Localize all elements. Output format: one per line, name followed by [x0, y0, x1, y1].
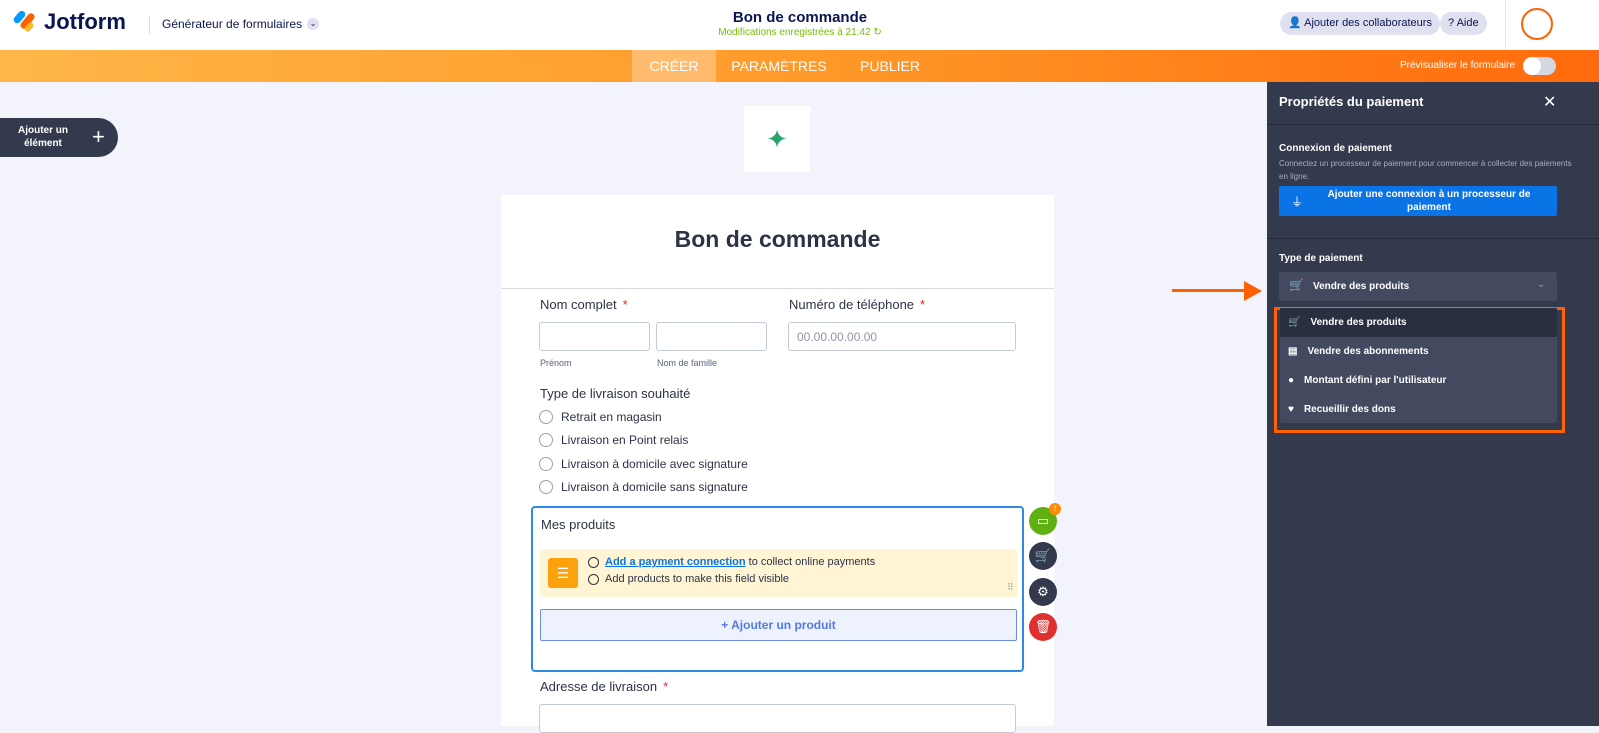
connection-title: Connexion de paiement: [1279, 143, 1392, 154]
payment-type-options: 🛒 Vendre des produits ▤ Vendre des abonnem…: [1280, 308, 1557, 423]
builder-label: Générateur de formulaires: [162, 17, 303, 31]
add-payment-connection-link[interactable]: Add a payment connection: [605, 556, 746, 568]
delivery-label: Type de livraison souhaité: [540, 386, 691, 401]
builder-menu[interactable]: Générateur de formulaires ⌄: [162, 17, 320, 31]
option-user-amount[interactable]: ● Montant défini par l'utilisateur: [1280, 366, 1557, 395]
delivery-option[interactable]: Livraison à domicile sans signature: [539, 480, 748, 494]
warning-badge: !: [1049, 503, 1061, 515]
tab-settings[interactable]: PARAMÈTRES: [726, 50, 832, 82]
first-name-input[interactable]: [539, 322, 650, 351]
payment-type-select[interactable]: 🛒 Vendre des produits ⌄: [1279, 272, 1557, 301]
help-icon: ?: [1448, 17, 1455, 29]
refresh-icon: ↻: [873, 27, 882, 38]
plug-icon: ⏚: [1291, 195, 1304, 209]
jotform-logo-icon: [12, 9, 36, 34]
save-status: Modifications enregistrées à 21:42 ↻: [718, 27, 882, 38]
user-icon: 👤: [1288, 17, 1302, 29]
chevron-down-icon: ⌄: [307, 18, 320, 30]
drag-handle-icon[interactable]: ⠿: [1007, 582, 1014, 593]
trash-icon[interactable]: 🗑: [1029, 613, 1057, 641]
chevron-down-icon: ⌄: [1537, 279, 1546, 290]
coins-icon: ●: [1288, 375, 1295, 386]
option-sell-subscriptions[interactable]: ▤ Vendre des abonnements: [1280, 337, 1557, 366]
help-button[interactable]: ? Aide: [1440, 12, 1487, 35]
form-logo[interactable]: ✦: [744, 106, 810, 172]
gear-icon[interactable]: ⚙: [1029, 578, 1057, 606]
address-label: Adresse de livraison *: [540, 679, 669, 694]
tab-publish[interactable]: PUBLIER: [852, 50, 928, 82]
cart-icon: 🛒: [1289, 278, 1304, 292]
phone-label: Numéro de téléphone *: [789, 297, 926, 312]
brand-name: Jotform: [44, 9, 126, 34]
delivery-option[interactable]: Retrait en magasin: [539, 410, 662, 424]
first-name-sublabel: Prénom: [540, 358, 572, 368]
subscription-icon: ▤: [1288, 346, 1298, 357]
arrow-head-icon: [1244, 281, 1262, 301]
delivery-option[interactable]: Livraison à domicile avec signature: [539, 457, 748, 471]
checklist-icon: ☰: [548, 558, 578, 588]
last-name-sublabel: Nom de famille: [657, 358, 718, 368]
form-title[interactable]: Bon de commande: [600, 9, 1000, 26]
panel-title: Propriétés du paiement: [1279, 94, 1424, 109]
tab-create[interactable]: CRÉER: [632, 50, 716, 82]
arrow-annotation: [1172, 289, 1246, 292]
add-payment-connection-button[interactable]: ⏚ Ajouter une connexion à un processeur …: [1279, 186, 1557, 216]
last-name-input[interactable]: [656, 322, 767, 351]
nav-bar: CRÉER PARAMÈTRES PUBLIER Prévisualiser l…: [0, 50, 1599, 82]
phone-input[interactable]: 00.00.00.00.00: [788, 322, 1016, 351]
delivery-option[interactable]: Livraison en Point relais: [539, 433, 688, 447]
close-icon[interactable]: ✕: [1543, 92, 1556, 112]
form-heading[interactable]: Bon de commande: [501, 226, 1054, 253]
avatar[interactable]: [1521, 8, 1553, 40]
products-field[interactable]: Mes produits ☰ Add a payment connection …: [531, 506, 1024, 672]
add-product-button[interactable]: + Ajouter un produit: [540, 609, 1017, 641]
option-sell-products[interactable]: 🛒 Vendre des produits: [1280, 308, 1557, 337]
products-label: Mes produits: [541, 517, 616, 532]
name-label: Nom complet *: [540, 297, 628, 312]
payment-type-label: Type de paiement: [1279, 253, 1363, 264]
add-collaborators-button[interactable]: 👤 Ajouter des collaborateurs: [1280, 12, 1440, 35]
preview-label: Prévisualiser le formulaire: [1400, 60, 1516, 71]
payment-notice: ☰ Add a payment connection to collect on…: [540, 549, 1017, 597]
address-input[interactable]: [539, 704, 1016, 733]
top-bar: Jotform Générateur de formulaires ⌄ Bon d…: [0, 0, 1599, 50]
plus-icon: +: [92, 124, 105, 149]
payment-properties-panel: Propriétés du paiement ✕ Connexion de pa…: [1267, 82, 1599, 726]
connection-description: Connectez un processeur de paiement pour…: [1279, 159, 1572, 181]
option-donations[interactable]: ♥ Recueillir des dons: [1280, 395, 1557, 424]
heart-icon: ♥: [1288, 404, 1294, 415]
cart-icon: 🛒: [1288, 317, 1301, 328]
cart-icon[interactable]: 🛒: [1029, 542, 1057, 570]
add-element-button[interactable]: Ajouter un élément +: [0, 118, 118, 157]
preview-toggle[interactable]: [1523, 57, 1556, 75]
